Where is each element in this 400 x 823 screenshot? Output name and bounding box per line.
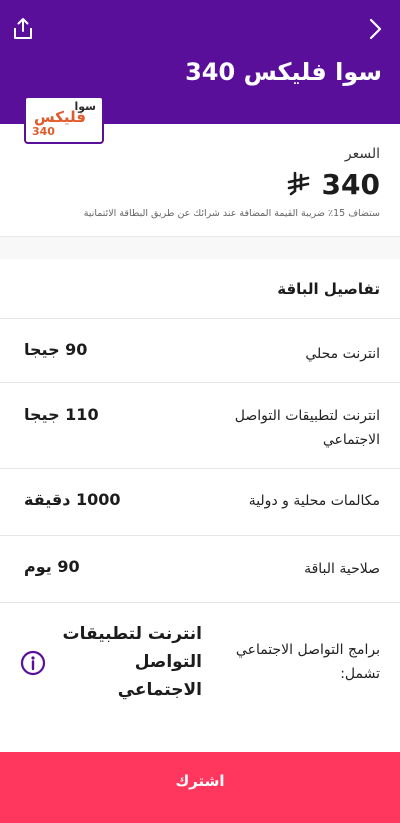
divider <box>0 468 400 469</box>
price-label: السعر <box>344 146 380 162</box>
divider <box>0 602 400 603</box>
price-row: 340 <box>286 166 380 202</box>
row-label-calls: مكالمات محلية و دولية <box>248 493 380 509</box>
package-badge: سوا فليكس 340 <box>24 96 104 144</box>
row-value-local-internet: 90 جيجا <box>24 340 88 359</box>
chevron-right-icon[interactable] <box>362 16 388 42</box>
subscribe-label: اشترك <box>175 772 225 790</box>
share-icon[interactable] <box>10 16 36 42</box>
subscribe-button[interactable]: اشترك <box>0 752 400 823</box>
badge-name: فليكس <box>34 108 86 126</box>
info-icon[interactable] <box>20 650 46 676</box>
row-label-social-internet: انترنت لتطبيقات التواصل الاجتماعي <box>234 408 380 448</box>
details-title: تفاصيل الباقة <box>277 280 380 298</box>
divider <box>0 382 400 383</box>
page-title: سوا فليكس 340 <box>185 58 382 86</box>
row-label-social-apps: برامج التواصل الاجتماعي تشمل: <box>235 642 380 682</box>
divider <box>0 535 400 536</box>
row-label-local-internet: انترنت محلي <box>305 346 380 362</box>
row-label-validity: صلاحية الباقة <box>304 561 380 577</box>
saudi-riyal-icon <box>287 171 309 196</box>
price-value: 340 <box>321 167 380 201</box>
row-value-social-internet: 110 جيجا <box>24 405 99 424</box>
section-separator <box>0 236 400 259</box>
vat-note: ستضاف 15٪ ضريبة القيمة المضافة عند شرائك… <box>83 208 380 219</box>
row-value-calls: 1000 دقيقة <box>24 490 121 509</box>
row-value-validity: 90 يوم <box>24 557 80 576</box>
row-value-social-apps: انترنت لتطبيقات التواصل الاجتماعي <box>62 624 203 700</box>
badge-number: 340 <box>32 125 55 138</box>
divider <box>0 318 400 319</box>
